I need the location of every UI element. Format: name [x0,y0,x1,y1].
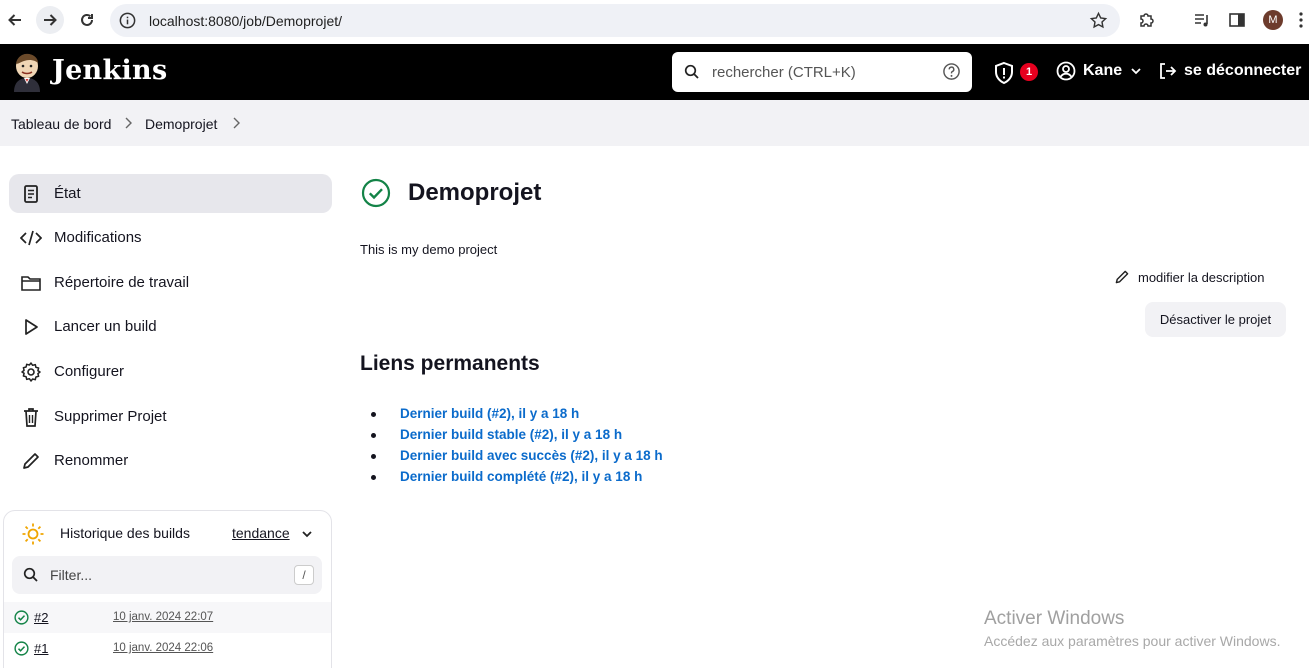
logout-label: se déconnecter [1184,62,1302,79]
search-box[interactable] [672,52,972,92]
reload-button[interactable] [73,6,101,34]
build-history-panel: Historique des builds tendance / #2 10 j… [3,510,332,668]
permalink-last-stable-build[interactable]: Dernier build stable (#2), il y a 18 h [400,427,622,442]
sidebar-item-label: Supprimer Projet [54,408,167,425]
logout-link[interactable]: se déconnecter [1157,61,1301,81]
list-item: Dernier build avec succès (#2), il y a 1… [371,448,663,469]
sidebar-item-label: État [54,185,81,202]
search-input[interactable] [712,61,932,83]
sidebar-item-workspace[interactable]: Répertoire de travail [9,263,332,302]
page-title: Demoprojet [408,179,542,206]
permalink-last-build[interactable]: Dernier build (#2), il y a 18 h [400,406,579,421]
side-panel-icon [1229,13,1245,27]
permalinks-list: Dernier build (#2), il y a 18 h Dernier … [371,406,663,490]
sun-icon [22,523,44,545]
more-vert-icon[interactable] [1299,12,1303,28]
search-icon [23,567,38,582]
sidebar-item-label: Renommer [54,452,129,469]
trash-icon [20,406,42,428]
success-icon [14,641,29,656]
help-icon[interactable] [942,62,961,81]
user-name: Kane [1083,62,1123,79]
breadcrumb-project[interactable]: Demoprojet [145,116,217,132]
success-status-icon [361,178,391,208]
filter-box[interactable]: / [12,556,322,594]
pencil-icon [1115,270,1129,284]
side-panel-button[interactable] [1226,9,1248,31]
forward-button[interactable] [36,6,64,34]
chevron-down-icon[interactable] [301,528,313,540]
sidebar-item-label: Modifications [54,229,142,246]
reload-icon [81,13,93,26]
sidebar-item-configure[interactable]: Configurer [9,352,332,391]
code-icon [20,227,42,249]
media-button[interactable] [1191,9,1213,31]
bookmark-star-icon[interactable] [1089,11,1108,30]
windows-activation-title: Activer Windows [984,608,1125,629]
list-item: Dernier build complété (#2), il y a 18 h [371,469,663,490]
user-menu[interactable]: Kane [1056,61,1142,81]
success-icon [14,610,29,625]
arrow-right-icon [44,14,57,26]
pencil-icon [20,450,42,472]
browser-toolbar: localhost:8080/job/Demoprojet/ M [0,0,1309,44]
trend-link[interactable]: tendance [232,525,290,541]
job-description: This is my demo project [360,242,498,257]
sidebar-item-rename[interactable]: Renommer [9,441,332,480]
build-number-link[interactable]: #1 [34,641,48,656]
arrow-left-icon [8,14,21,26]
disable-project-button[interactable]: Désactiver le projet [1145,302,1286,337]
permalinks-heading: Liens permanents [360,352,540,375]
site-info-icon[interactable] [118,11,137,30]
filter-shortcut-key: / [294,565,314,585]
list-item: Dernier build stable (#2), il y a 18 h [371,427,663,448]
security-badge[interactable]: 1 [1020,63,1038,81]
edit-description-link[interactable]: modifier la description [1114,269,1264,285]
build-row[interactable]: #1 10 janv. 2024 22:06 [4,633,331,664]
logout-icon [1160,63,1177,79]
puzzle-icon [1140,13,1154,27]
profile-avatar[interactable]: M [1263,10,1283,30]
folder-icon [20,272,42,294]
sidebar-item-label: Répertoire de travail [54,274,190,291]
sidebar-item-delete[interactable]: Supprimer Projet [9,397,332,436]
build-number-link[interactable]: #2 [34,610,48,625]
sidebar-item-changes[interactable]: Modifications [9,218,332,257]
jenkins-logo[interactable] [10,52,44,92]
jenkins-header: Jenkins 1 Kane se déconnecter [0,44,1309,100]
windows-activation-subtitle: Accédez aux paramètres pour activer Wind… [984,633,1281,649]
back-button[interactable] [1,6,29,34]
build-date-link[interactable]: 10 janv. 2024 22:06 [113,642,213,654]
filter-input[interactable] [50,565,270,585]
document-icon [20,183,42,205]
permalink-last-completed-build[interactable]: Dernier build complété (#2), il y a 18 h [400,469,642,484]
breadcrumb: Tableau de bord Demoprojet [0,100,1309,146]
chevron-right-icon[interactable] [230,116,242,130]
url-text: localhost:8080/job/Demoprojet/ [149,13,343,29]
breadcrumb-dashboard[interactable]: Tableau de bord [11,116,111,132]
gear-icon [20,361,42,383]
history-title: Historique des builds [60,525,190,541]
extensions-button[interactable] [1136,9,1158,31]
edit-description-label: modifier la description [1138,269,1265,285]
chevron-right-icon [125,117,132,129]
sidebar-item-label: Lancer un build [54,318,157,335]
search-icon [684,64,699,79]
sidebar-item-status[interactable]: État [9,174,332,213]
shield-icon[interactable] [992,61,1016,85]
sidebar-item-build-now[interactable]: Lancer un build [9,307,332,346]
user-icon [1056,61,1076,81]
address-bar[interactable]: localhost:8080/job/Demoprojet/ [110,4,1120,37]
sidebar-item-label: Configurer [54,363,125,380]
music-queue-icon [1195,14,1208,27]
chevron-down-icon [1131,68,1141,75]
build-date-link[interactable]: 10 janv. 2024 22:07 [113,611,213,623]
brand-name[interactable]: Jenkins [52,55,167,86]
permalink-last-successful-build[interactable]: Dernier build avec succès (#2), il y a 1… [400,448,663,463]
build-row[interactable]: #2 10 janv. 2024 22:07 [4,602,331,633]
list-item: Dernier build (#2), il y a 18 h [371,406,663,427]
play-icon [20,316,42,338]
